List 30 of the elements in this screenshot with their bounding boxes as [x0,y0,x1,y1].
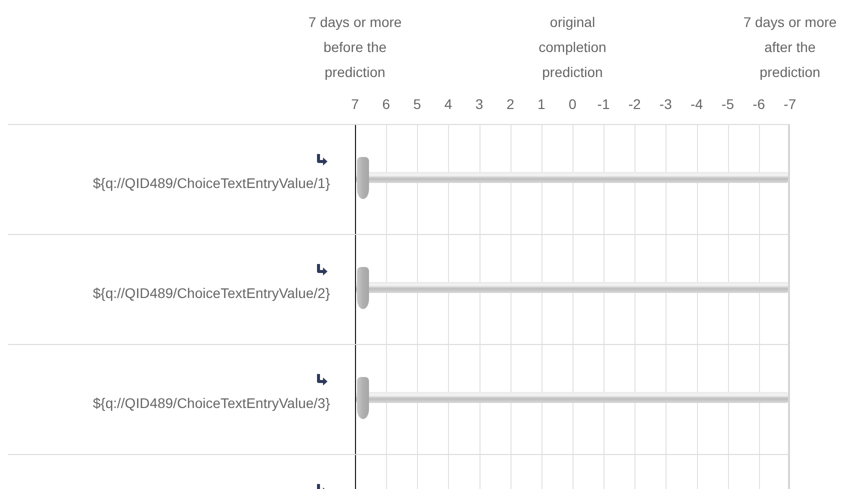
tick-label: 6 [382,96,390,112]
slider-track[interactable] [356,392,788,403]
tick-label: 5 [413,96,422,112]
tick-label: 7 [351,96,359,112]
tick-label: -5 [722,96,734,112]
slider-track[interactable] [356,282,788,293]
tick-label: 1 [538,96,546,112]
slider-track[interactable] [356,172,788,183]
slider-handle[interactable] [357,377,369,419]
arrow-icon [316,264,328,276]
tick-label: 2 [506,96,514,112]
slider-handle[interactable] [357,157,369,199]
tick-label: -7 [784,96,796,112]
tick-label: -2 [628,96,641,112]
slider-handle[interactable] [357,267,369,309]
scale-label: 7 days or more before the prediction [307,13,403,82]
tick-label: 4 [444,96,452,112]
statement-label: ${q://QID489/ChoiceTextEntryValue/1} [92,175,330,191]
tick-label: 0 [568,96,576,112]
statement-label: ${q://QID489/ChoiceTextEntryValue/3} [92,395,330,411]
scale-label: original completion prediction [538,13,608,82]
arrow-icon [316,154,328,166]
tick-label: 3 [475,96,484,112]
tick-label: -1 [597,96,610,112]
tick-label: -4 [690,96,703,112]
scale-label: 7 days or more after the prediction [742,13,838,82]
statement-label: ${q://QID489/ChoiceTextEntryValue/2} [92,285,330,301]
tick-label: -3 [659,96,672,112]
arrow-icon [316,374,328,386]
tick-label: -6 [752,96,766,112]
